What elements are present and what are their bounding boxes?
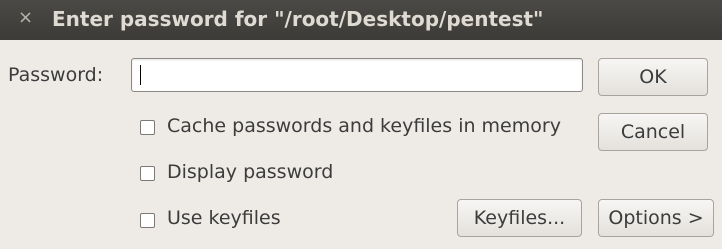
- password-label: Password:: [8, 64, 104, 86]
- keyfiles-button[interactable]: Keyfiles...: [457, 199, 582, 237]
- display-password-label[interactable]: Display password: [167, 161, 333, 183]
- cache-passwords-label[interactable]: Cache passwords and keyfiles in memory: [167, 115, 561, 137]
- close-icon[interactable]: ×: [18, 7, 33, 28]
- use-keyfiles-checkbox[interactable]: [140, 213, 155, 228]
- options-button[interactable]: Options >: [598, 199, 714, 237]
- password-input[interactable]: [131, 58, 583, 92]
- text-caret: [140, 65, 141, 85]
- dialog-title: Enter password for "/root/Desktop/pentes…: [52, 7, 544, 31]
- use-keyfiles-label[interactable]: Use keyfiles: [167, 207, 281, 229]
- display-password-checkbox[interactable]: [140, 166, 155, 181]
- title-bar[interactable]: × Enter password for "/root/Desktop/pent…: [0, 0, 722, 40]
- password-dialog: × Enter password for "/root/Desktop/pent…: [0, 0, 722, 249]
- ok-button[interactable]: OK: [598, 58, 708, 96]
- cache-passwords-checkbox[interactable]: [140, 120, 155, 135]
- cancel-button[interactable]: Cancel: [598, 113, 708, 151]
